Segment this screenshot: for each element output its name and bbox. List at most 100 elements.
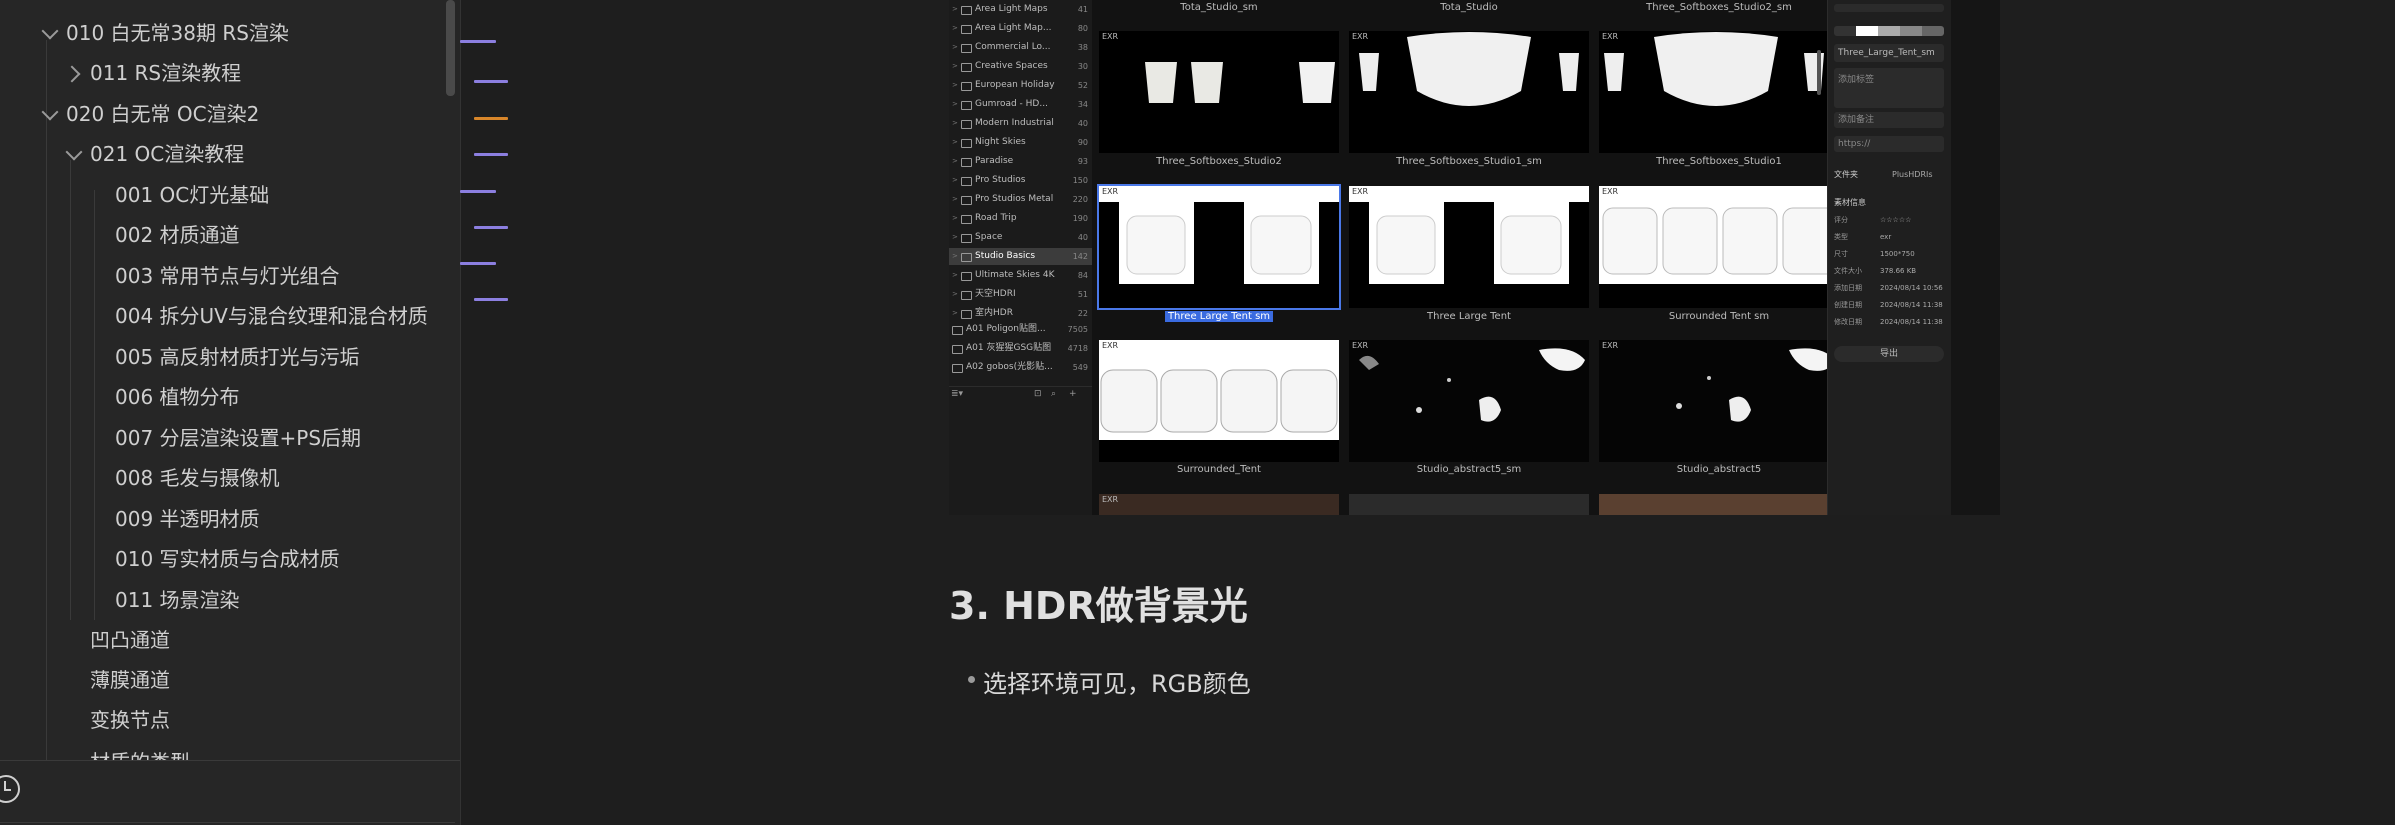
outline-mark[interactable] xyxy=(474,153,508,156)
outline-mark[interactable] xyxy=(474,117,508,120)
asset-thumbnail[interactable]: EXR xyxy=(1599,340,1839,462)
folder-add-icon[interactable]: ⊡ xyxy=(1034,389,1042,399)
thumbnail-image xyxy=(1599,340,1839,462)
library-folder-item[interactable]: A01 Poligon贴图... 7505 xyxy=(949,321,1092,338)
chevron-right-icon[interactable]: > xyxy=(952,115,958,132)
library-folder-name: Night Skies xyxy=(975,137,1026,147)
library-folder-item[interactable]: > Pro Studios Metal 220 xyxy=(949,191,1092,208)
chevron-right-icon[interactable]: > xyxy=(952,39,958,56)
chevron-right-icon[interactable]: > xyxy=(952,172,958,189)
outline-mark[interactable] xyxy=(460,40,496,43)
url-field[interactable]: https:// xyxy=(1834,136,1944,152)
sidebar-scrollbar[interactable] xyxy=(446,0,455,96)
asset-thumbnail[interactable]: EXR xyxy=(1099,494,1339,515)
asset-thumbnail[interactable] xyxy=(1599,494,1839,515)
history-icon[interactable] xyxy=(0,775,20,803)
library-folder-item[interactable]: > Studio Basics 142 xyxy=(949,248,1092,265)
notes-field[interactable]: 添加备注 xyxy=(1834,112,1944,128)
property-key: 文件大小 xyxy=(1834,267,1862,275)
chevron-right-icon[interactable]: > xyxy=(952,210,958,227)
chevron-right-icon[interactable]: > xyxy=(952,1,958,18)
color-swatches[interactable] xyxy=(1834,26,1944,36)
tags-field[interactable]: 添加标签 xyxy=(1834,68,1944,108)
library-folder-count: 52 xyxy=(1077,81,1088,90)
chevron-right-icon[interactable]: > xyxy=(952,153,958,170)
asset-thumbnail[interactable]: EXR xyxy=(1099,340,1339,462)
folder-icon xyxy=(961,196,972,205)
chevron-right-icon[interactable]: > xyxy=(952,229,958,246)
chevron-right-icon[interactable]: > xyxy=(952,267,958,284)
library-folder-item[interactable]: > Night Skies 90 xyxy=(949,134,1092,151)
folder-row[interactable]: 文件夹 PlusHDRIs xyxy=(1834,168,1944,181)
property-key: 创建日期 xyxy=(1834,301,1862,309)
library-folder-item[interactable]: > 天空HDRI 51 xyxy=(949,286,1092,303)
chevron-down-icon[interactable] xyxy=(41,103,59,121)
folder-icon xyxy=(961,291,972,300)
thumbnail-image xyxy=(1349,186,1589,308)
outline-mark[interactable] xyxy=(474,226,508,229)
chevron-down-icon[interactable] xyxy=(41,22,59,40)
asset-thumbnail[interactable]: EXR xyxy=(1099,31,1339,153)
library-folder-item[interactable]: > Ultimate Skies 4K 84 xyxy=(949,267,1092,284)
chevron-right-icon[interactable]: > xyxy=(952,305,958,322)
chevron-right-icon[interactable]: > xyxy=(952,20,958,37)
asset-thumbnail[interactable]: EXR xyxy=(1349,186,1589,308)
tile-label: Tota_Studio xyxy=(1440,2,1498,13)
asset-thumbnail[interactable]: EXR xyxy=(1599,31,1839,153)
asset-thumbnail[interactable]: EXR xyxy=(1349,31,1589,153)
folder-icon xyxy=(961,177,972,186)
export-button[interactable]: 导出 xyxy=(1834,346,1944,362)
library-folder-item[interactable]: > Gumroad - HD... 34 xyxy=(949,96,1092,113)
library-folder-item[interactable]: > Creative Spaces 30 xyxy=(949,58,1092,75)
chevron-right-icon[interactable]: > xyxy=(952,58,958,75)
library-folder-count: 51 xyxy=(1077,290,1088,299)
library-folder-item[interactable]: > 室内HDR 22 xyxy=(949,305,1092,322)
asset-thumbnail-selected[interactable]: EXR xyxy=(1097,184,1341,310)
chevron-right-icon[interactable]: > xyxy=(952,96,958,113)
library-folder-name: Commercial Lo... xyxy=(975,42,1051,52)
property-value: 378.66 KB xyxy=(1880,267,1917,275)
exr-badge: EXR xyxy=(1102,32,1119,41)
property-row: 评分 ☆☆☆☆☆ xyxy=(1834,214,1944,227)
library-folder-count: 30 xyxy=(1077,62,1088,71)
folder-icon xyxy=(961,101,972,110)
library-folder-item[interactable]: > Pro Studios 150 xyxy=(949,172,1092,189)
exr-badge: EXR xyxy=(1352,32,1369,41)
library-folder-item[interactable]: > Paradise 93 xyxy=(949,153,1092,170)
chevron-right-icon[interactable]: > xyxy=(952,134,958,151)
chevron-right-icon[interactable]: > xyxy=(952,248,958,265)
asset-thumbnail[interactable]: EXR xyxy=(1599,186,1839,308)
library-folder-count: 549 xyxy=(1072,363,1088,372)
thumbnail-image xyxy=(1349,340,1589,462)
outline-mark[interactable] xyxy=(460,262,496,265)
asset-thumbnail[interactable]: EXR xyxy=(1349,340,1589,462)
plus-icon[interactable]: + xyxy=(1069,389,1077,399)
outline-mark[interactable] xyxy=(474,298,508,301)
chevron-down-icon[interactable] xyxy=(65,143,83,161)
library-folder-count: 190 xyxy=(1072,214,1088,223)
library-folder-item[interactable]: > Space 40 xyxy=(949,229,1092,246)
chevron-right-icon[interactable]: > xyxy=(952,286,958,303)
library-folder-item[interactable]: A01 灰猩猩GSG贴图 4718 xyxy=(949,340,1092,357)
grid-scrollbar[interactable] xyxy=(1817,50,1821,95)
thumbnail-image xyxy=(1349,31,1589,153)
chevron-right-icon[interactable] xyxy=(63,65,81,83)
name-field[interactable]: Three_Large_Tent_sm xyxy=(1834,44,1944,62)
property-value: 2024/08/14 11:38 xyxy=(1880,318,1943,326)
tile-label: Surrounded Tent sm xyxy=(1668,311,1770,322)
chevron-right-icon[interactable]: > xyxy=(952,191,958,208)
folder-icon xyxy=(952,345,963,354)
library-folder-item[interactable]: > Area Light Map... 80 xyxy=(949,20,1092,37)
outline-mark[interactable] xyxy=(460,190,496,193)
search-icon[interactable]: ⌕ xyxy=(1051,389,1056,399)
library-folder-item[interactable]: > European Holiday 52 xyxy=(949,77,1092,94)
library-folder-item[interactable]: > Modern Industrial 40 xyxy=(949,115,1092,132)
library-folder-item[interactable]: A02 gobos(光影贴... 549 xyxy=(949,359,1092,376)
library-folder-item[interactable]: > Road Trip 190 xyxy=(949,210,1092,227)
library-folder-item[interactable]: > Commercial Lo... 38 xyxy=(949,39,1092,56)
chevron-right-icon[interactable]: > xyxy=(952,77,958,94)
sort-icon[interactable]: ≣▾ xyxy=(951,389,963,399)
library-folder-item[interactable]: > Area Light Maps 41 xyxy=(949,1,1092,18)
asset-thumbnail[interactable] xyxy=(1349,494,1589,515)
outline-mark[interactable] xyxy=(474,80,508,83)
